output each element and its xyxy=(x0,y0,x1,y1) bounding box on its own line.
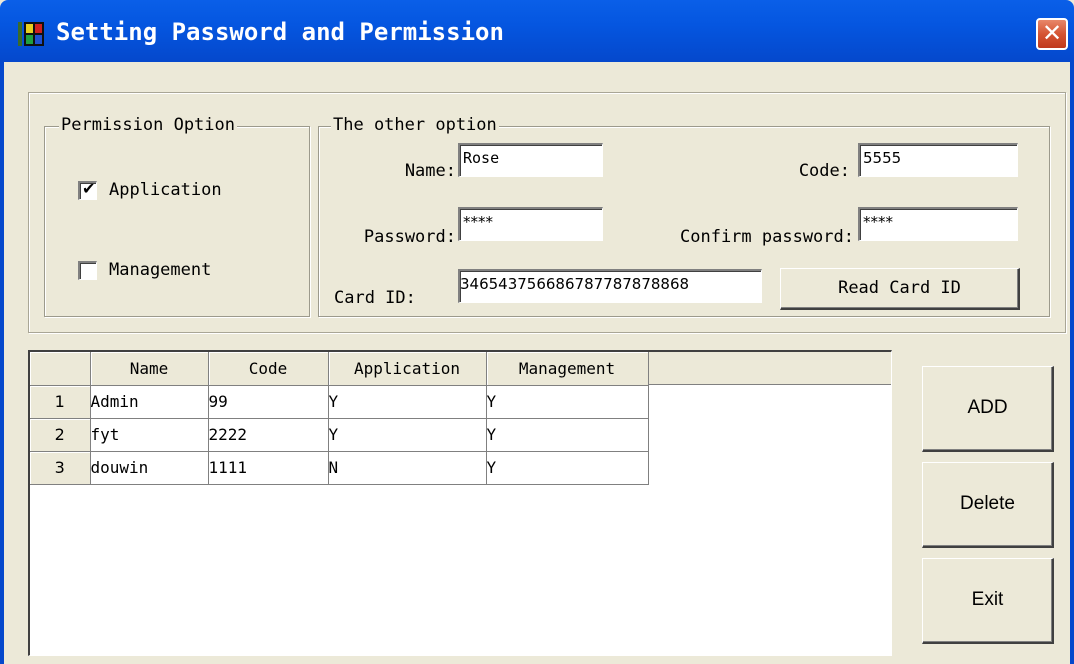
row-number[interactable]: 1 xyxy=(30,385,91,419)
cell-application[interactable]: Y xyxy=(328,418,487,452)
application-checkbox-label: Application xyxy=(109,180,222,200)
delete-button[interactable]: Delete xyxy=(922,462,1054,548)
grid-header-row: Name Code Application Management xyxy=(30,352,649,386)
table-row[interactable]: 2 fyt 2222 Y Y xyxy=(30,418,649,452)
add-button[interactable]: ADD xyxy=(922,366,1054,452)
window-border-right xyxy=(1070,62,1074,664)
close-icon: ✕ xyxy=(1041,19,1063,47)
cell-name[interactable]: Admin xyxy=(90,385,209,419)
card-id-label: Card ID: xyxy=(334,288,416,308)
cell-name[interactable]: douwin xyxy=(90,451,209,485)
management-checkbox-box[interactable] xyxy=(78,260,97,280)
password-field[interactable]: **** xyxy=(458,207,603,241)
row-number[interactable]: 2 xyxy=(30,418,91,452)
password-label: Password: xyxy=(363,227,456,247)
management-checkbox[interactable]: Management xyxy=(78,260,211,280)
cell-application[interactable]: N xyxy=(328,451,487,485)
column-header-code[interactable]: Code xyxy=(208,352,329,386)
permission-option-legend: Permission Option xyxy=(59,115,237,135)
other-option-legend: The other option xyxy=(331,115,499,135)
cell-management[interactable]: Y xyxy=(486,385,649,419)
read-card-id-button[interactable]: Read Card ID xyxy=(780,268,1020,310)
user-table: Name Code Application Management 1 Admin… xyxy=(30,352,649,485)
window-title: Setting Password and Permission xyxy=(56,18,504,46)
user-grid[interactable]: Name Code Application Management 1 Admin… xyxy=(28,350,892,656)
window-border-left xyxy=(0,62,4,664)
cell-management[interactable]: Y xyxy=(486,451,649,485)
application-checkbox-box[interactable]: ✔ xyxy=(78,178,97,200)
name-label: Name: xyxy=(404,161,456,181)
title-bar[interactable]: Setting Password and Permission ✕ xyxy=(0,0,1074,62)
cell-code[interactable]: 99 xyxy=(208,385,329,419)
card-id-field[interactable]: 346543756686787787878868 xyxy=(458,269,762,303)
table-row[interactable]: 1 Admin 99 Y Y xyxy=(30,385,649,419)
column-header-management[interactable]: Management xyxy=(486,352,649,386)
management-checkbox-label: Management xyxy=(109,260,212,280)
cell-code[interactable]: 2222 xyxy=(208,418,329,452)
confirm-password-label: Confirm password: xyxy=(680,227,854,247)
code-field[interactable]: 5555 xyxy=(858,143,1018,177)
cell-management[interactable]: Y xyxy=(486,418,649,452)
row-number[interactable]: 3 xyxy=(30,451,91,485)
grid-corner-cell[interactable] xyxy=(30,352,91,386)
cell-application[interactable]: Y xyxy=(328,385,487,419)
column-header-application[interactable]: Application xyxy=(328,352,487,386)
app-icon xyxy=(18,22,44,46)
application-checkbox[interactable]: ✔ Application xyxy=(78,178,222,200)
code-label: Code: xyxy=(798,161,850,181)
column-header-name[interactable]: Name xyxy=(90,352,209,386)
exit-button[interactable]: Exit xyxy=(922,558,1054,644)
name-field[interactable]: Rose xyxy=(458,143,603,177)
cell-name[interactable]: fyt xyxy=(90,418,209,452)
close-button[interactable]: ✕ xyxy=(1036,18,1068,50)
permission-option-group: Permission Option xyxy=(44,115,310,317)
checkmark-icon: ✔ xyxy=(82,178,96,198)
cell-code[interactable]: 1111 xyxy=(208,451,329,485)
confirm-password-field[interactable]: **** xyxy=(858,207,1018,241)
table-row[interactable]: 3 douwin 1111 N Y xyxy=(30,451,649,485)
